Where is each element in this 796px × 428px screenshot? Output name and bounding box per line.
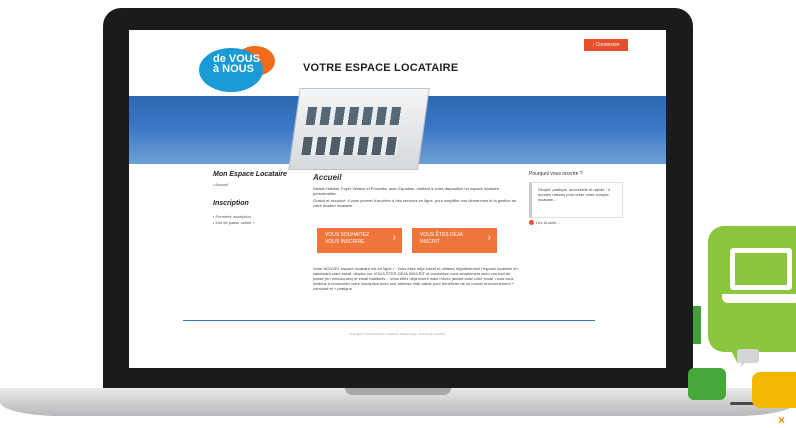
decor-green-edge (693, 306, 701, 344)
aside-box: Simple, pratique, accessible et rapide :… (529, 182, 623, 218)
yellow-bubble-decor (752, 372, 796, 408)
header: de VOUS à NOUS VOTRE ESPACE LOCATAIRE › … (129, 30, 666, 96)
footer-divider (183, 320, 595, 321)
sidebar-title-espace: Mon Espace Locataire (213, 171, 287, 178)
sidebar-title-inscription: Inscription (213, 200, 249, 207)
laptop-notch (345, 388, 451, 395)
notice-text: Votre NOUVEL espace locataire est en lig… (313, 266, 518, 291)
read-more-link[interactable]: Lire la suite... (529, 220, 560, 225)
register-button[interactable]: VOUS SOUHAITEZ VOUS INSCRIRE (317, 228, 402, 253)
intro-text-2: Gratuit et sécurisé, il vous permet d'ac… (313, 198, 517, 208)
footer-text: Copyright © 2016 Extranet Locataires Sit… (348, 332, 447, 336)
main-heading: Accueil (313, 173, 342, 182)
page-title: VOTRE ESPACE LOCATAIRE (303, 62, 459, 74)
logo-line2: à NOUS (213, 63, 254, 75)
laptop-icon (730, 248, 792, 290)
screen: de VOUS à NOUS VOTRE ESPACE LOCATAIRE › … (129, 30, 666, 368)
chat-bubble-icon (737, 349, 759, 363)
logo[interactable]: de VOUS à NOUS (213, 54, 260, 75)
building-image (288, 88, 430, 170)
laptop-icon-base (722, 294, 796, 303)
orange-mark-icon: × (778, 413, 786, 427)
sidebar-item-accueil[interactable]: • Accueil (213, 182, 228, 187)
green-square-decor (688, 368, 726, 400)
already-registered-button[interactable]: VOUS ÊTES DÉJÀ INSCRIT (412, 228, 497, 253)
aside-title: Pourquoi vous inscrire ? (529, 171, 583, 177)
sidebar-item-first-inscription[interactable]: • Première inscription (213, 214, 251, 219)
login-button[interactable]: › Connexion (584, 39, 628, 51)
chat-bubble-tail (741, 362, 746, 367)
intro-text: Alliade Habitat, Foyer Vellave et Promél… (313, 186, 500, 196)
sidebar-item-forgot-password[interactable]: • Mot de passe oublié ? (213, 220, 255, 225)
